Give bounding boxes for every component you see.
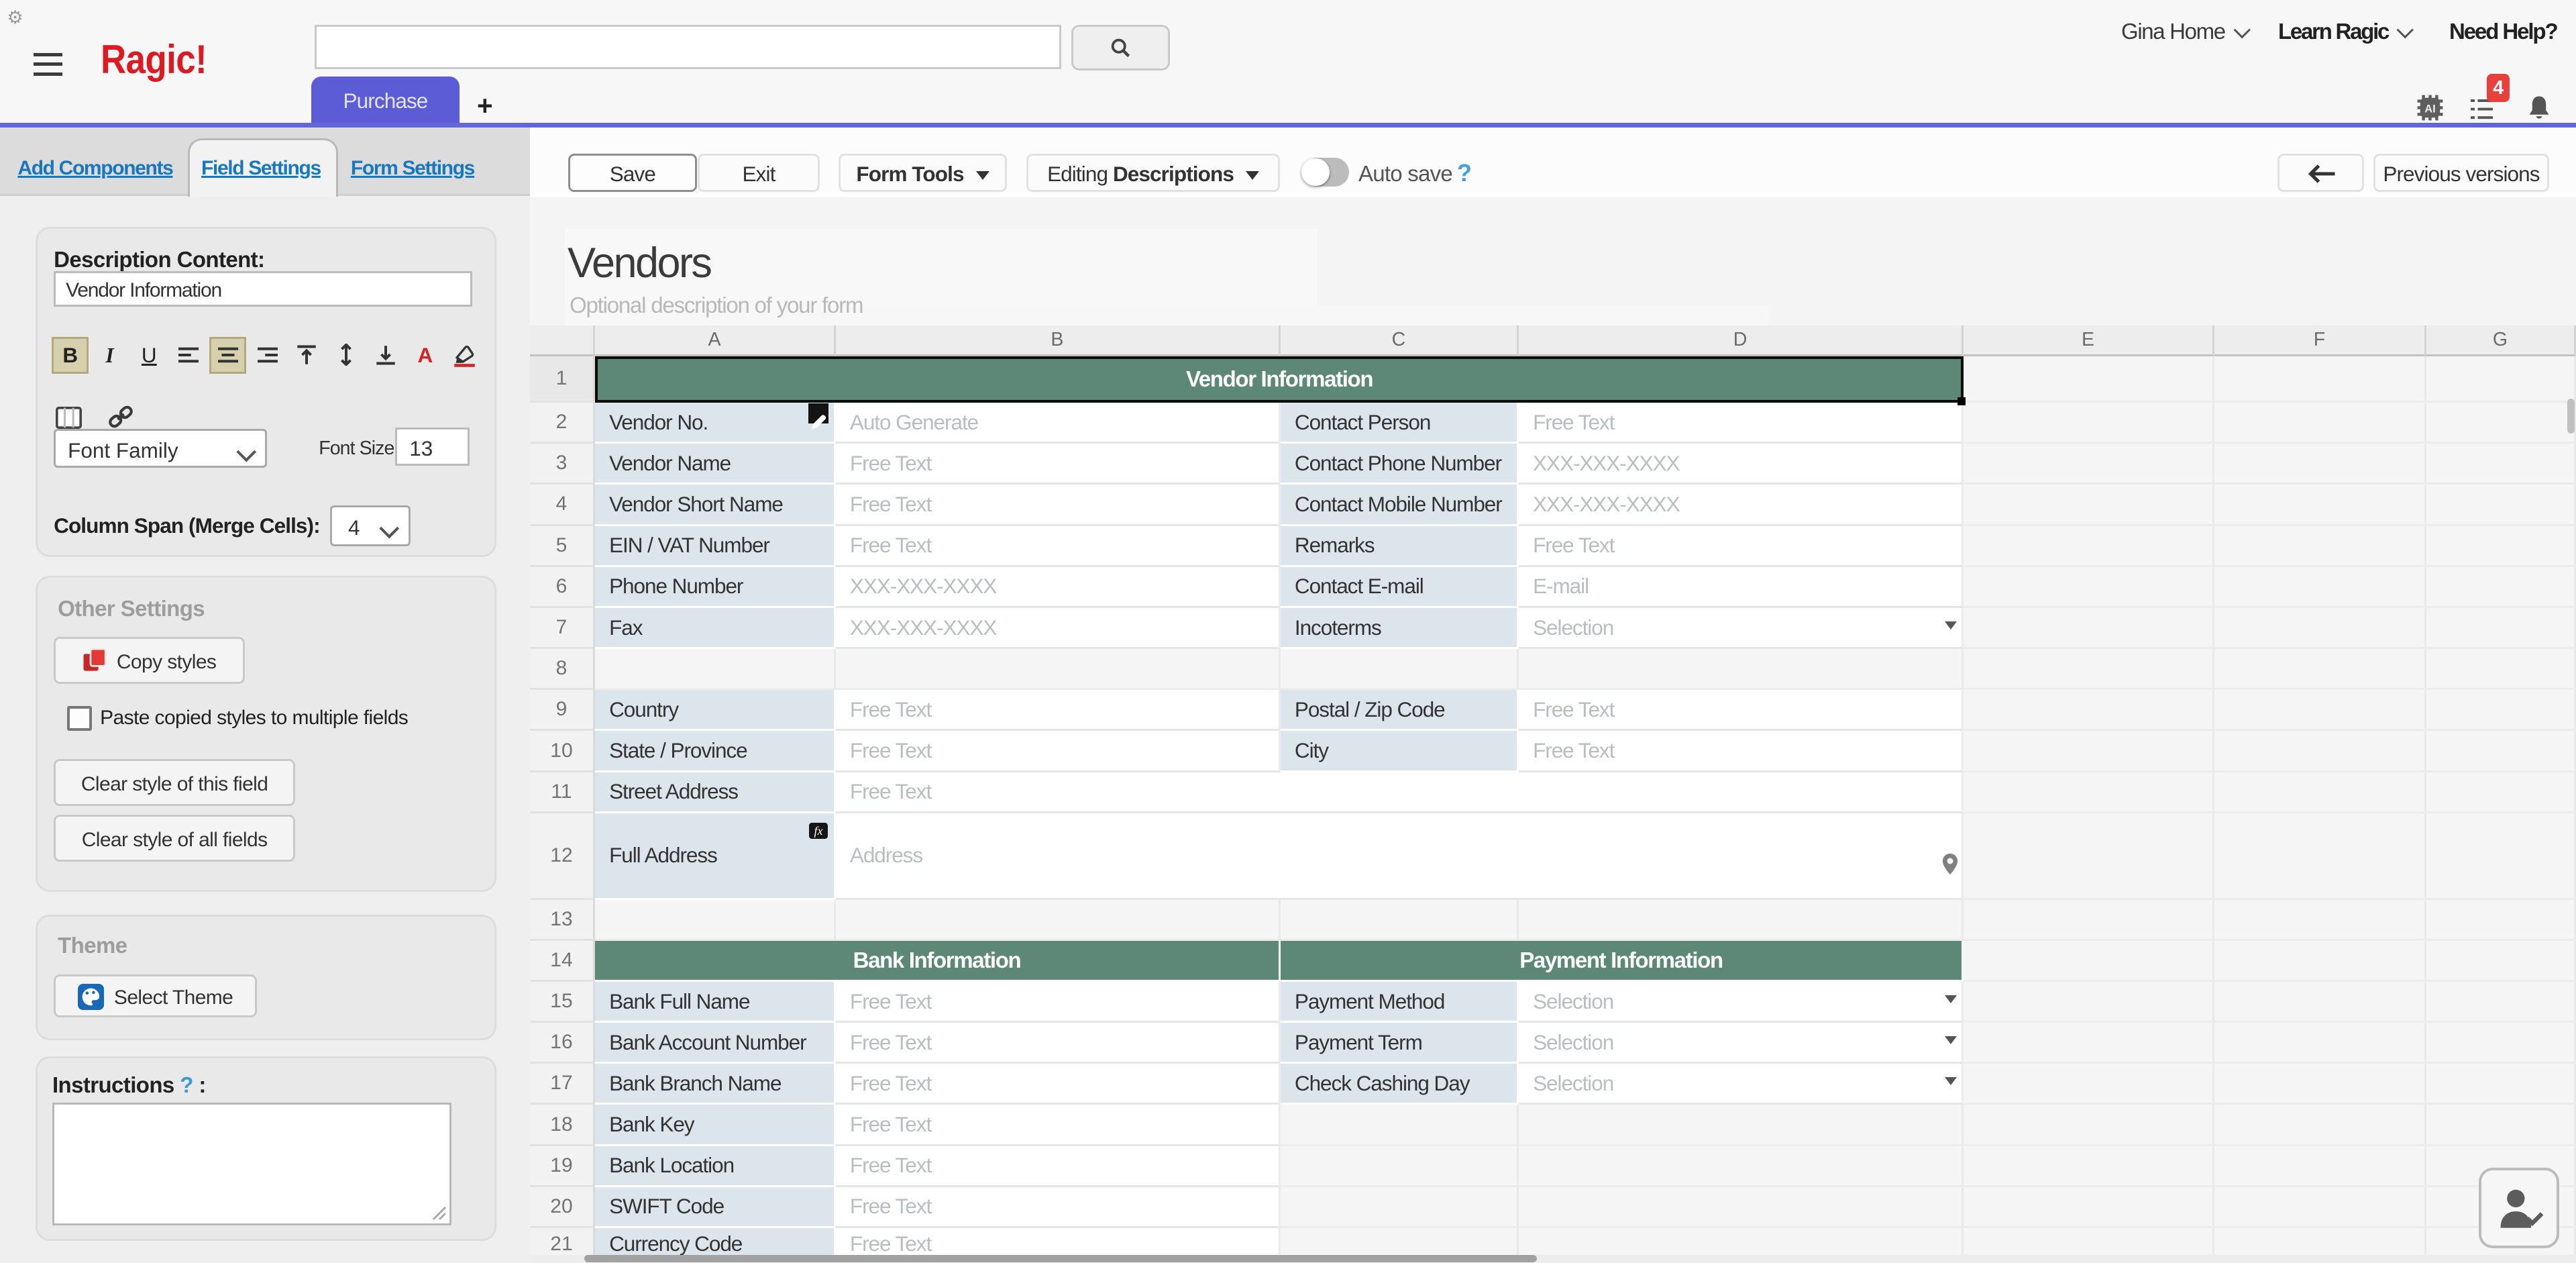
- svg-text:AI: AI: [2424, 103, 2436, 115]
